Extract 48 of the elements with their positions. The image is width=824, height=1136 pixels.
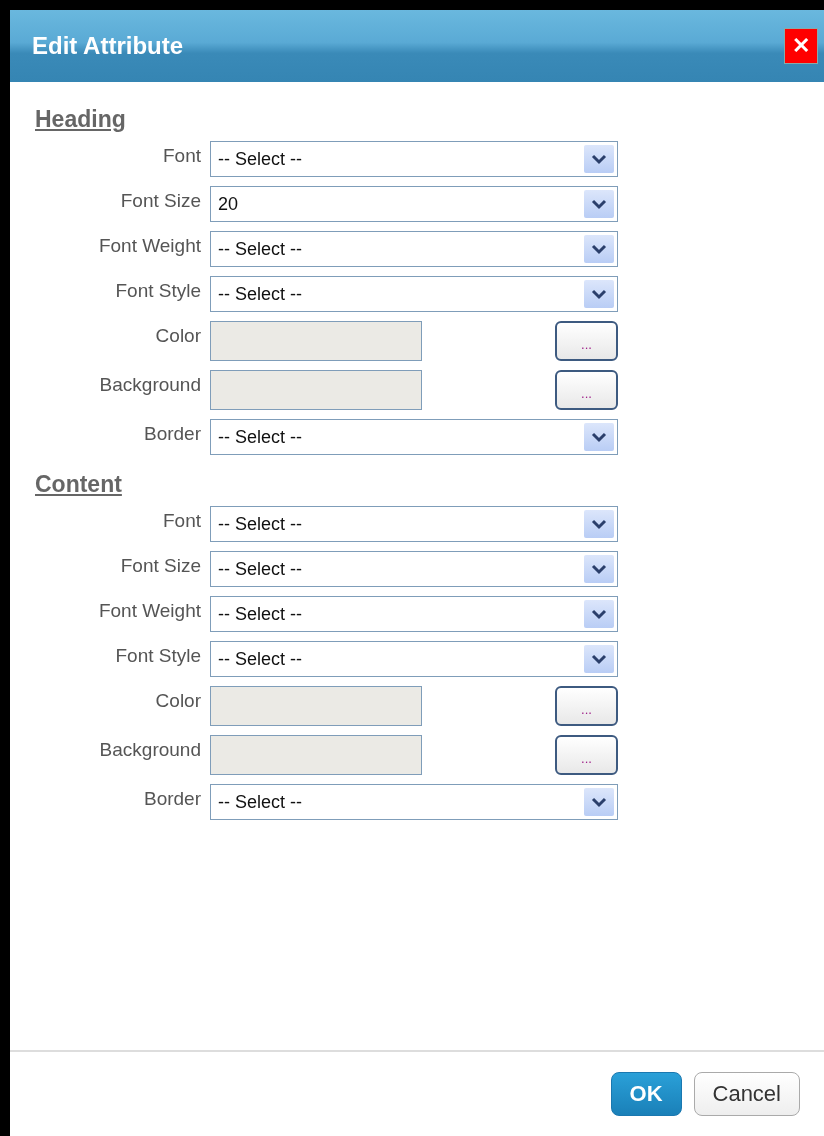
color-field[interactable] — [210, 735, 422, 775]
chevron-down-icon[interactable] — [584, 280, 614, 308]
chevron-down-icon[interactable] — [584, 145, 614, 173]
field-label: Background — [99, 373, 201, 396]
field-label: Font Weight — [98, 234, 201, 257]
select-field[interactable]: -- Select -- — [210, 596, 618, 632]
color-field[interactable] — [210, 321, 422, 361]
field-label: Background — [99, 738, 201, 761]
chevron-down-icon[interactable] — [584, 645, 614, 673]
field-label: Font Size — [120, 189, 201, 212]
picker-button[interactable]: ... — [555, 370, 618, 410]
picker-button[interactable]: ... — [555, 735, 618, 775]
field-label: Color — [155, 689, 201, 712]
select-field[interactable]: -- Select -- — [210, 506, 618, 542]
close-button[interactable]: ✕ — [784, 28, 818, 64]
dialog-button[interactable]: Cancel — [693, 1072, 800, 1116]
color-field[interactable] — [210, 370, 422, 410]
chevron-down-icon[interactable] — [584, 555, 614, 583]
picker-button[interactable]: ... — [555, 686, 618, 726]
field-label: Font Weight — [98, 599, 201, 622]
select-field[interactable]: -- Select -- — [210, 551, 618, 587]
chevron-down-icon[interactable] — [584, 510, 614, 538]
picker-button[interactable]: ... — [555, 321, 618, 361]
chevron-down-icon[interactable] — [584, 788, 614, 816]
section-heading: Heading — [35, 106, 126, 132]
field-label: Font Style — [115, 644, 201, 667]
chevron-down-icon[interactable] — [584, 423, 614, 451]
field-label: Color — [155, 324, 201, 347]
dialog-title: Edit Attribute — [32, 32, 184, 60]
color-field[interactable] — [210, 686, 422, 726]
field-label: Font Size — [120, 554, 201, 577]
select-field[interactable]: -- Select -- — [210, 784, 618, 820]
section-heading: Content — [35, 471, 122, 497]
chevron-down-icon[interactable] — [584, 235, 614, 263]
field-label: Font Style — [115, 279, 201, 302]
field-label: Font — [162, 509, 201, 532]
select-field[interactable]: -- Select -- — [210, 231, 618, 267]
chevron-down-icon[interactable] — [584, 190, 614, 218]
select-field[interactable]: -- Select -- — [210, 276, 618, 312]
field-label: Border — [143, 422, 201, 445]
select-field[interactable]: -- Select -- — [210, 641, 618, 677]
chevron-down-icon[interactable] — [584, 600, 614, 628]
field-label: Font — [162, 144, 201, 167]
dialog-button[interactable]: OK — [610, 1072, 682, 1116]
select-field[interactable]: -- Select -- — [210, 141, 618, 177]
select-field[interactable]: 20 — [210, 186, 618, 222]
field-label: Border — [143, 787, 201, 810]
select-field[interactable]: -- Select -- — [210, 419, 618, 455]
